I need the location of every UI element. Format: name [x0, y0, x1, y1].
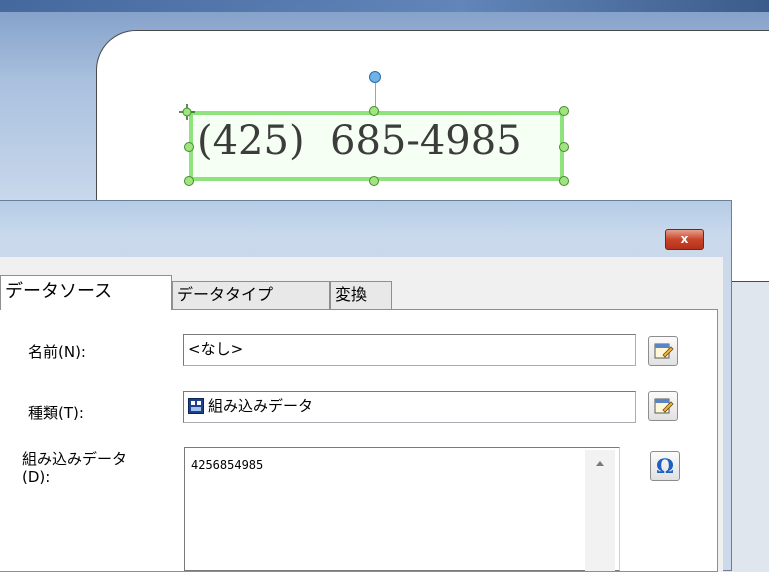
- resize-handle-right[interactable]: [559, 142, 569, 152]
- type-label: 種類(T):: [28, 404, 84, 422]
- tab-data-type[interactable]: データタイプ: [172, 281, 330, 309]
- phone-number-text[interactable]: (425) 685-4985: [197, 118, 522, 164]
- type-field[interactable]: 組み込みデータ: [183, 391, 636, 423]
- embedded-data-label: 組み込みデータ (D):: [22, 450, 127, 486]
- edit-properties-icon: [654, 398, 674, 414]
- anchor-icon[interactable]: [179, 104, 195, 120]
- special-character-button[interactable]: Ω: [650, 451, 680, 481]
- embedded-data-label-line1: 組み込みデータ: [22, 450, 128, 468]
- type-edit-button[interactable]: [648, 391, 678, 421]
- close-icon: x: [680, 232, 689, 246]
- tab-data-source[interactable]: データソース: [0, 275, 172, 310]
- tab-label: データタイプ: [177, 285, 274, 304]
- name-field[interactable]: <なし>: [183, 334, 636, 366]
- omega-icon: Ω: [656, 454, 674, 478]
- resize-handle-bottom[interactable]: [369, 176, 379, 186]
- resize-handle-bottom-left[interactable]: [184, 176, 194, 186]
- type-field-value: 組み込みデータ: [208, 397, 314, 415]
- resize-handle-top-right[interactable]: [559, 106, 569, 116]
- embedded-data-icon: [188, 398, 204, 414]
- name-label: 名前(N):: [28, 343, 86, 361]
- app-title-strip: [0, 0, 769, 12]
- embedded-data-textarea[interactable]: 4256854985: [184, 447, 620, 571]
- tab-label: データソース: [5, 281, 113, 302]
- rotate-handle[interactable]: [369, 71, 381, 83]
- tab-label: 変換: [335, 285, 368, 304]
- tab-transform[interactable]: 変換: [330, 281, 392, 309]
- name-edit-button[interactable]: [648, 336, 678, 366]
- scroll-up-icon[interactable]: [585, 450, 615, 474]
- dialog-title-bar: x: [0, 201, 731, 257]
- name-field-value: <なし>: [188, 340, 244, 358]
- textarea-scrollbar[interactable]: [585, 450, 615, 571]
- embedded-data-label-line2: (D):: [22, 468, 51, 486]
- close-button[interactable]: x: [665, 229, 704, 250]
- tab-strip: データソース データタイプ 変換: [0, 275, 723, 310]
- resize-handle-top[interactable]: [369, 106, 379, 116]
- embedded-data-value: 4256854985: [191, 458, 264, 472]
- resize-handle-bottom-right[interactable]: [559, 176, 569, 186]
- edit-properties-icon: [654, 343, 674, 359]
- resize-handle-left[interactable]: [184, 142, 194, 152]
